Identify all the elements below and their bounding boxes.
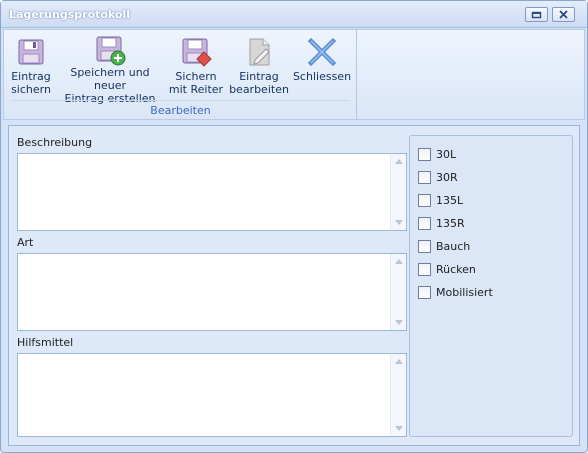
- save-entry-label: Eintrag sichern: [11, 70, 51, 96]
- scroll-up-icon[interactable]: [395, 159, 403, 164]
- save-entry-button[interactable]: Eintrag sichern: [8, 34, 54, 104]
- art-scrollbar[interactable]: [390, 254, 406, 330]
- save-with-tab-label: Sichern mit Reiter: [168, 70, 224, 96]
- group-separator: [12, 100, 349, 101]
- beschreibung-label: Beschreibung: [17, 136, 93, 149]
- edit-entry-label: Eintrag bearbeiten: [229, 70, 289, 96]
- ribbon-group-bearbeiten: Eintrag sichern Speichern und neuer Eint…: [4, 30, 357, 119]
- save-with-tab-button[interactable]: Sichern mit Reiter: [168, 34, 224, 104]
- checkbox-box[interactable]: [418, 285, 431, 299]
- checkbox-box[interactable]: [418, 147, 431, 161]
- floppy-tab-icon: [179, 34, 213, 70]
- ribbon-group-label: Bearbeiten: [150, 104, 211, 117]
- checkbox-mobilisiert[interactable]: Mobilisiert: [418, 285, 493, 299]
- hilfsmittel-label: Hilfsmittel: [17, 336, 74, 349]
- scroll-down-icon[interactable]: [395, 426, 403, 431]
- checkbox-label: Mobilisiert: [436, 285, 493, 299]
- checkbox-box[interactable]: [418, 262, 431, 276]
- checkbox-box[interactable]: [418, 216, 431, 230]
- hilfsmittel-field[interactable]: [17, 353, 407, 437]
- close-label: Schliessen: [292, 70, 352, 83]
- checkbox-box[interactable]: [418, 170, 431, 184]
- floppy-add-icon: [93, 34, 127, 66]
- scroll-down-icon[interactable]: [395, 220, 403, 225]
- checkbox-ruecken[interactable]: Rücken: [418, 262, 476, 276]
- restore-button[interactable]: [525, 7, 548, 22]
- edit-document-icon: [242, 34, 276, 70]
- floppy-disk-icon: [14, 34, 48, 70]
- title-bar[interactable]: Lagerungsprotokoll: [1, 1, 587, 28]
- hilfsmittel-scrollbar[interactable]: [390, 354, 406, 436]
- checkbox-box[interactable]: [418, 193, 431, 207]
- scroll-down-icon[interactable]: [395, 320, 403, 325]
- form-panel: Beschreibung Art Hilfsmittel 30L 30R 135…: [8, 125, 580, 446]
- checkbox-bauch[interactable]: Bauch: [418, 239, 470, 253]
- close-x-icon: [305, 34, 339, 70]
- close-icon: [559, 10, 568, 19]
- window: Lagerungsprotokoll Eintrag sichern Speic…: [0, 0, 588, 453]
- checkbox-135l[interactable]: 135L: [418, 193, 463, 207]
- checkbox-label: Rücken: [436, 262, 476, 276]
- checkbox-label: 135L: [436, 193, 464, 207]
- scroll-up-icon[interactable]: [395, 359, 403, 364]
- close-window-button[interactable]: [552, 7, 575, 22]
- checkbox-label: 135R: [436, 216, 465, 230]
- checkbox-30l[interactable]: 30L: [418, 147, 456, 161]
- window-title: Lagerungsprotokoll: [9, 8, 131, 21]
- checkbox-135r[interactable]: 135R: [418, 216, 465, 230]
- checkbox-box[interactable]: [418, 239, 431, 253]
- edit-entry-button[interactable]: Eintrag bearbeiten: [228, 34, 290, 104]
- save-and-new-button[interactable]: Speichern und neuer Eintrag erstellen: [58, 34, 162, 105]
- art-field[interactable]: [17, 253, 407, 331]
- beschreibung-scrollbar[interactable]: [390, 154, 406, 230]
- close-button[interactable]: Schliessen: [292, 34, 352, 104]
- position-checkbox-panel: 30L 30R 135L 135R Bauch Rücken Mobilisie…: [409, 135, 573, 437]
- scroll-up-icon[interactable]: [395, 259, 403, 264]
- beschreibung-field[interactable]: [17, 153, 407, 231]
- checkbox-label: 30R: [436, 170, 458, 184]
- checkbox-30r[interactable]: 30R: [418, 170, 458, 184]
- restore-icon: [531, 11, 542, 18]
- checkbox-label: 30L: [436, 147, 457, 161]
- checkbox-label: Bauch: [436, 239, 471, 253]
- art-label: Art: [17, 236, 34, 249]
- ribbon: Eintrag sichern Speichern und neuer Eint…: [3, 29, 585, 120]
